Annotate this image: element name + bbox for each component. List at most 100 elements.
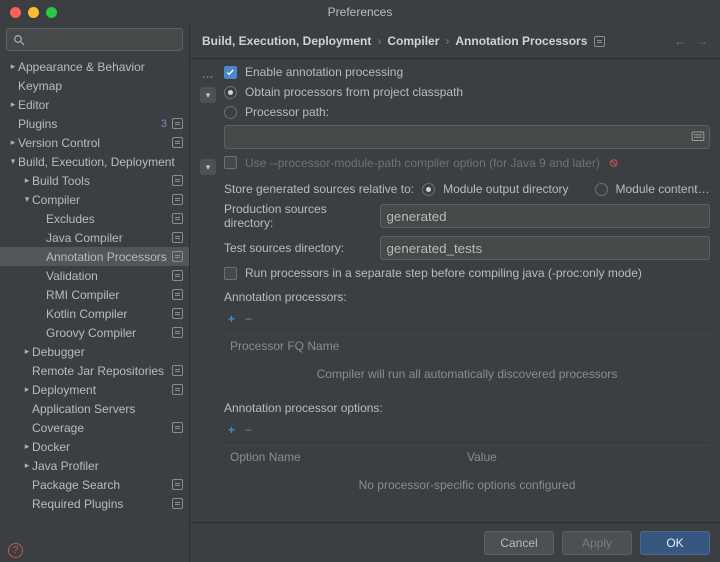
search-input[interactable] <box>6 28 183 51</box>
sidebar-item[interactable]: Coverage <box>0 418 189 437</box>
sidebar-item[interactable]: ▸Deployment <box>0 380 189 399</box>
sidebar-item-label: RMI Compiler <box>46 288 171 302</box>
chevron-icon[interactable]: ▸ <box>8 137 18 148</box>
sidebar-item[interactable]: Validation <box>0 266 189 285</box>
help-icon[interactable]: ? <box>8 543 23 558</box>
processors-empty: Compiler will run all automatically disc… <box>224 357 710 391</box>
settings-tree[interactable]: ▸Appearance & BehaviorKeymap▸EditorPlugi… <box>0 55 189 539</box>
sidebar-item[interactable]: Keymap <box>0 76 189 95</box>
separate-step-checkbox[interactable]: ✓ <box>224 267 237 280</box>
sidebar-item[interactable]: ▸Build Tools <box>0 171 189 190</box>
dialog-footer: Cancel Apply OK <box>190 522 720 562</box>
obtain-classpath-radio[interactable] <box>224 86 237 99</box>
count-badge: 3 <box>161 118 167 130</box>
module-path-label: Use --processor-module-path compiler opt… <box>245 156 600 170</box>
crumb-a[interactable]: Build, Execution, Deployment <box>202 34 371 48</box>
sidebar-item-label: Remote Jar Repositories <box>32 364 171 378</box>
collapse-icon[interactable]: ▾ <box>200 159 216 175</box>
breadcrumb: Build, Execution, Deployment › Compiler … <box>190 24 720 59</box>
processors-header: Processor FQ Name <box>230 339 704 353</box>
sidebar-item[interactable]: Kotlin Compiler <box>0 304 189 323</box>
processors-table: Processor FQ Name Compiler will run all … <box>224 334 710 391</box>
chevron-icon[interactable]: ▸ <box>22 460 32 471</box>
sidebar-item[interactable]: Annotation Processors <box>0 247 189 266</box>
chevron-icon[interactable]: ▸ <box>22 175 32 186</box>
sidebar-item[interactable]: ▸Editor <box>0 95 189 114</box>
project-badge-icon <box>171 422 183 434</box>
processor-path-radio[interactable] <box>224 106 237 119</box>
browse-icon[interactable] <box>691 129 705 146</box>
chevron-icon[interactable]: ▾ <box>22 194 32 205</box>
project-badge-icon <box>171 194 183 206</box>
opts-section-label: Annotation processor options: <box>224 401 710 415</box>
crumb-b[interactable]: Compiler <box>387 34 439 48</box>
chevron-icon[interactable]: ▸ <box>22 384 32 395</box>
chevron-icon[interactable]: ▸ <box>22 441 32 452</box>
sidebar-item[interactable]: RMI Compiler <box>0 285 189 304</box>
sidebar-item[interactable]: Groovy Compiler <box>0 323 189 342</box>
search-icon <box>13 34 25 46</box>
store-relative-label: Store generated sources relative to: <box>224 182 414 196</box>
module-content-label: Module content… <box>616 182 710 196</box>
zoom-icon[interactable] <box>46 7 57 18</box>
enable-annotation-checkbox[interactable] <box>224 66 237 79</box>
sidebar-item[interactable]: Java Compiler <box>0 228 189 247</box>
nav-back-icon[interactable]: ← <box>674 34 686 48</box>
sidebar-item[interactable]: ▸Debugger <box>0 342 189 361</box>
close-icon[interactable] <box>10 7 21 18</box>
sidebar-item[interactable]: ▸Version Control <box>0 133 189 152</box>
add-option-button[interactable]: + <box>228 423 235 437</box>
chevron-icon[interactable]: ▸ <box>22 346 32 357</box>
crumb-c: Annotation Processors <box>455 34 587 48</box>
project-badge-icon <box>171 137 183 149</box>
sidebar-item-label: Docker <box>32 440 183 454</box>
project-badge-icon <box>171 308 183 320</box>
processor-path-label: Processor path: <box>245 105 329 119</box>
project-badge-icon <box>171 498 183 510</box>
sidebar-item[interactable]: ▸Appearance & Behavior <box>0 57 189 76</box>
sidebar-item-label: Build Tools <box>32 174 171 188</box>
module-content-radio[interactable] <box>595 183 608 196</box>
test-dir-input[interactable] <box>380 236 710 260</box>
chevron-icon[interactable]: ▸ <box>8 99 18 110</box>
processor-path-input[interactable] <box>224 125 710 149</box>
prod-dir-input[interactable] <box>380 204 710 228</box>
sidebar-item-label: Java Compiler <box>46 231 171 245</box>
sidebar-item[interactable]: ▸Docker <box>0 437 189 456</box>
search-field[interactable] <box>29 32 188 48</box>
chevron-icon[interactable]: ▾ <box>8 156 18 167</box>
sidebar-item[interactable]: Required Plugins <box>0 494 189 513</box>
minimize-icon[interactable] <box>28 7 39 18</box>
sidebar-item[interactable]: Application Servers <box>0 399 189 418</box>
project-badge-icon <box>171 232 183 244</box>
ok-button[interactable]: OK <box>640 531 710 555</box>
sidebar-item-label: Validation <box>46 269 171 283</box>
apply-button: Apply <box>562 531 632 555</box>
sidebar-item[interactable]: Remote Jar Repositories <box>0 361 189 380</box>
project-badge-icon <box>171 365 183 377</box>
test-dir-label: Test sources directory: <box>224 241 372 255</box>
prod-dir-label: Production sources directory: <box>224 202 372 230</box>
sidebar-item-label: Groovy Compiler <box>46 326 171 340</box>
profile-actions-icon[interactable]: … <box>202 67 215 81</box>
obtain-classpath-label: Obtain processors from project classpath <box>245 85 463 99</box>
add-processor-button[interactable]: + <box>228 312 235 326</box>
sidebar-item[interactable]: ▸Java Profiler <box>0 456 189 475</box>
nav-forward-icon: → <box>696 34 708 48</box>
remove-processor-button: − <box>245 312 252 326</box>
sidebar-item-label: Debugger <box>32 345 183 359</box>
help-question-icon[interactable]: ⦸ <box>610 155 618 170</box>
collapse-icon[interactable]: ▾ <box>200 87 216 103</box>
titlebar: Preferences <box>0 0 720 24</box>
project-badge-icon <box>171 213 183 225</box>
cancel-button[interactable]: Cancel <box>484 531 554 555</box>
sidebar-item[interactable]: ▾Build, Execution, Deployment <box>0 152 189 171</box>
sidebar-item[interactable]: Package Search <box>0 475 189 494</box>
sidebar-item[interactable]: Plugins3 <box>0 114 189 133</box>
sidebar-item[interactable]: Excludes <box>0 209 189 228</box>
chevron-icon[interactable]: ▸ <box>8 61 18 72</box>
module-output-radio[interactable] <box>422 183 435 196</box>
sidebar-item-label: Deployment <box>32 383 171 397</box>
sidebar-item[interactable]: ▾Compiler <box>0 190 189 209</box>
project-badge-icon <box>171 327 183 339</box>
